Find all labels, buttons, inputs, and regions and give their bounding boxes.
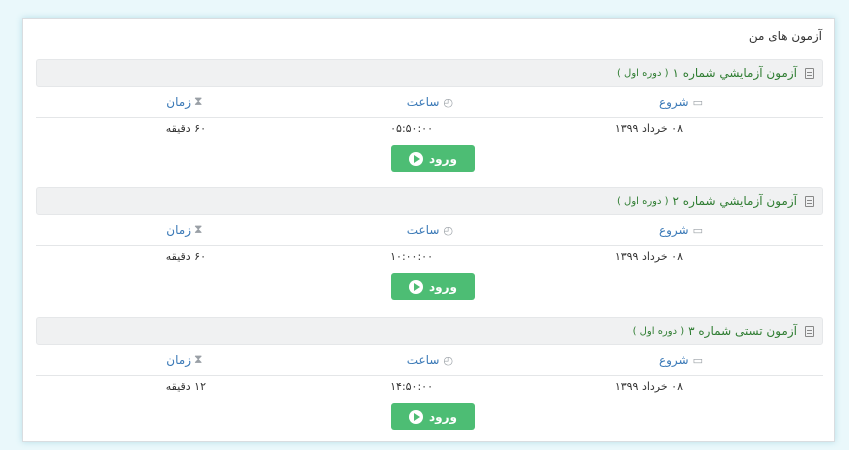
- clock-icon: ◴: [443, 223, 453, 237]
- exam-card: آزمون آزمايشي شماره ۱ ( دوره اول ) ▭ شروع…: [36, 59, 823, 172]
- play-icon: [409, 151, 424, 166]
- column-duration: زمان: [166, 94, 203, 109]
- calendar-icon: ▭: [692, 95, 703, 109]
- column-duration: زمان: [166, 352, 203, 367]
- exam-row: ۰۸ خرداد ۱۳۹۹ ۱۰:۰۰:۰۰ ۶۰ دقيقه: [36, 246, 823, 266]
- exam-header: آزمون آزمايشي شماره ۲ ( دوره اول ): [36, 187, 823, 215]
- column-time: ◴ ساعت: [406, 223, 453, 237]
- enter-button[interactable]: ورود: [391, 403, 475, 430]
- play-icon: [409, 279, 424, 294]
- enter-button[interactable]: ورود: [391, 145, 475, 172]
- start-time: ۰۵:۵۰:۰۰: [390, 122, 433, 135]
- exam-term: ( دوره اول ): [616, 195, 669, 207]
- play-icon: [409, 409, 424, 424]
- exams-panel: آزمون های من آزمون آزمايشي شماره ۱ ( دور…: [22, 18, 835, 442]
- start-date: ۰۸ خرداد ۱۳۹۹: [614, 380, 683, 393]
- enter-button-label: ورود: [429, 409, 457, 424]
- exam-row: ۰۸ خرداد ۱۳۹۹ ۱۴:۵۰:۰۰ ۱۲ دقيقه: [36, 376, 823, 396]
- enter-button-label: ورود: [429, 151, 457, 166]
- start-time: ۱۰:۰۰:۰۰: [390, 250, 433, 263]
- column-start: ▭ شروع: [658, 95, 703, 109]
- hourglass-icon: [194, 222, 203, 237]
- column-time: ◴ ساعت: [406, 95, 453, 109]
- column-headers: ▭شروع ◴ساعت زمان: [36, 215, 823, 246]
- document-icon: [805, 325, 814, 337]
- column-headers: ▭شروع ◴ساعت زمان: [36, 345, 823, 376]
- exam-title: آزمون آزمايشي شماره ۱: [672, 66, 797, 80]
- duration: ۶۰ دقيقه: [165, 250, 206, 263]
- exam-header: آزمون تستی شماره ۳ ( دوره اول ): [36, 317, 823, 345]
- calendar-icon: ▭: [692, 223, 703, 237]
- exam-header: آزمون آزمايشي شماره ۱ ( دوره اول ): [36, 59, 823, 87]
- duration: ۶۰ دقيقه: [165, 122, 206, 135]
- exam-term: ( دوره اول ): [632, 325, 685, 337]
- column-headers: ▭شروع ◴ساعت زمان: [36, 87, 823, 118]
- document-icon: [805, 195, 814, 207]
- exam-card: آزمون آزمايشي شماره ۲ ( دوره اول ) ▭ شروع…: [36, 187, 823, 300]
- page-title: آزمون های من: [748, 29, 822, 43]
- hourglass-icon: [194, 352, 203, 367]
- hourglass-icon: [194, 94, 203, 109]
- column-duration: زمان: [166, 222, 203, 237]
- document-icon: [805, 67, 814, 79]
- enter-button[interactable]: ورود: [391, 273, 475, 300]
- clock-icon: ◴: [443, 95, 453, 109]
- start-time: ۱۴:۵۰:۰۰: [390, 380, 433, 393]
- clock-icon: ◴: [443, 353, 453, 367]
- column-time: ◴ ساعت: [406, 353, 453, 367]
- start-date: ۰۸ خرداد ۱۳۹۹: [614, 122, 683, 135]
- start-date: ۰۸ خرداد ۱۳۹۹: [614, 250, 683, 263]
- enter-button-label: ورود: [429, 279, 457, 294]
- column-start: ▭ شروع: [658, 223, 703, 237]
- duration: ۱۲ دقيقه: [165, 380, 206, 393]
- exam-row: ۰۸ خرداد ۱۳۹۹ ۰۵:۵۰:۰۰ ۶۰ دقيقه: [36, 118, 823, 138]
- exam-card: آزمون تستی شماره ۳ ( دوره اول ) ▭ شروع ◴ س…: [36, 317, 823, 430]
- column-start: ▭ شروع: [658, 353, 703, 367]
- calendar-icon: ▭: [692, 353, 703, 367]
- exam-term: ( دوره اول ): [616, 67, 669, 79]
- exam-title: آزمون آزمايشي شماره ۲: [672, 194, 797, 208]
- exam-title: آزمون تستی شماره ۳: [688, 324, 797, 338]
